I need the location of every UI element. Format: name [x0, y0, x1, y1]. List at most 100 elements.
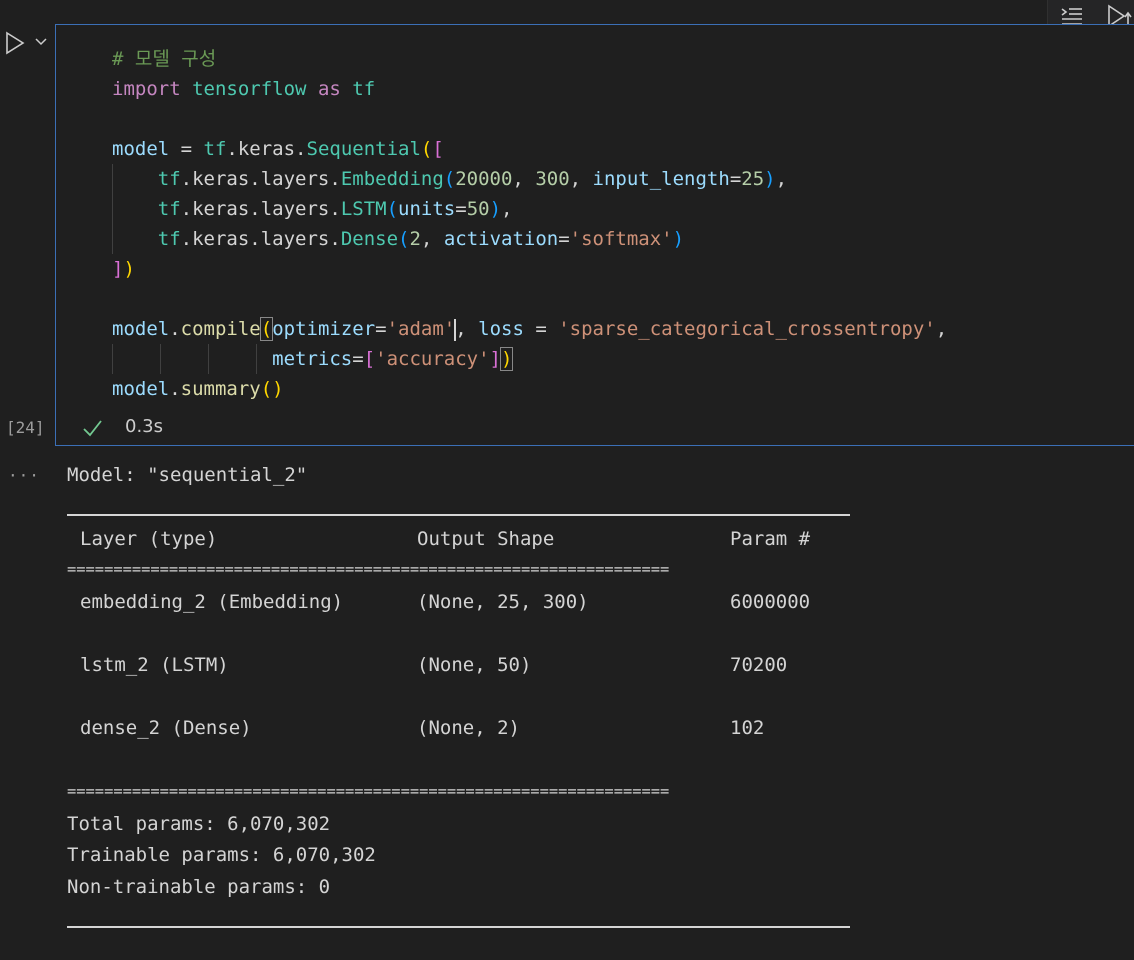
code-line: metrics=['accuracy']) — [112, 344, 1134, 374]
equals-rule: ========================================… — [67, 560, 670, 578]
model-name-line: Model: "sequential_2" — [67, 464, 308, 486]
code-token: , — [455, 318, 479, 340]
underscore-rule — [67, 514, 850, 516]
code-token: = — [558, 228, 570, 250]
code-token: Embedding — [340, 168, 444, 190]
row-shape: (None, 2) — [417, 717, 520, 739]
code-token: , — [501, 198, 513, 220]
code-token: Dense — [340, 228, 399, 250]
code-line: tf.keras.layers.Embedding(20000, 300, in… — [112, 164, 1134, 194]
play-icon[interactable] — [2, 30, 28, 56]
indent-guide — [256, 344, 257, 374]
code-token: tf — [203, 138, 227, 160]
header-layer: Layer (type) — [80, 528, 218, 550]
code-token: .keras. — [226, 138, 307, 160]
code-line: model.summary() — [112, 374, 1134, 404]
code-token: 300 — [535, 168, 570, 190]
code-token: units — [398, 198, 456, 220]
code-token: LSTM — [340, 198, 387, 220]
code-token: () — [260, 378, 284, 400]
code-token: ( — [259, 317, 274, 341]
indent-guide — [112, 224, 113, 254]
row-layer: lstm_2 (LSTM) — [80, 654, 229, 676]
row-params: 102 — [730, 717, 765, 739]
code-line: model.compile(optimizer='adam', loss = '… — [112, 314, 1134, 344]
row-params: 6000000 — [730, 591, 811, 613]
code-token: = — [352, 348, 364, 370]
code-token: ( — [386, 198, 399, 220]
code-token: .keras.layers. — [180, 228, 341, 250]
code-token: = — [375, 318, 387, 340]
code-token: , — [569, 168, 593, 190]
code-token: optimizer — [272, 318, 376, 340]
underscore-rule — [67, 926, 850, 928]
code-token: metrics — [272, 348, 353, 370]
row-shape: (None, 25, 300) — [417, 591, 589, 613]
execution-time: 0.3s — [125, 416, 164, 437]
header-params: Param # — [730, 528, 811, 550]
non-trainable-params: Non-trainable params: 0 — [67, 876, 331, 898]
chevron-down-icon[interactable] — [32, 33, 50, 51]
code-token: summary — [180, 378, 261, 400]
code-token: [ — [363, 348, 376, 370]
code-token: ) — [499, 347, 514, 371]
code-token: ) — [123, 258, 135, 280]
check-icon — [83, 420, 102, 437]
code-token: Sequential — [306, 138, 421, 160]
code-token: compile — [180, 318, 261, 340]
header-shape: Output Shape — [417, 528, 555, 550]
code-token: = — [169, 138, 204, 160]
indent-guide — [160, 344, 161, 374]
code-token: tf — [352, 78, 376, 100]
code-line: import tensorflow as tf — [112, 74, 1134, 104]
indent-guide — [112, 344, 113, 374]
code-token: 25 — [741, 168, 765, 190]
code-token: ( — [420, 138, 433, 160]
code-token: loss — [478, 318, 524, 340]
code-token: . — [169, 318, 181, 340]
code-cell[interactable]: # 모델 구성 import tensorflow as tf model = … — [55, 24, 1134, 446]
code-token: ) — [764, 168, 776, 190]
code-token: , — [775, 168, 788, 190]
execution-count: [24] — [6, 418, 45, 437]
code-token: ( — [398, 228, 410, 250]
code-line: tf.keras.layers.Dense(2, activation='sof… — [112, 224, 1134, 254]
code-token: 2 — [409, 228, 421, 250]
code-token: as — [317, 78, 341, 100]
row-params: 70200 — [730, 654, 788, 676]
code-token: . — [169, 378, 181, 400]
code-comment: # 모델 구성 — [112, 48, 217, 70]
code-token: 'accuracy' — [375, 348, 490, 370]
code-token: , — [512, 168, 536, 190]
code-token: tensorflow — [192, 78, 307, 100]
indent-guide — [208, 344, 209, 374]
code-token: , — [420, 228, 444, 250]
code-token: ) — [489, 198, 502, 220]
code-token: 20000 — [455, 168, 513, 190]
code-token: = — [729, 168, 742, 190]
total-params: Total params: 6,070,302 — [67, 813, 331, 835]
code-token: = — [523, 318, 559, 340]
code-token: = — [455, 198, 467, 220]
equals-rule: ========================================… — [67, 782, 670, 800]
code-token: 50 — [466, 198, 490, 220]
code-token: model — [112, 318, 170, 340]
code-token: .keras.layers. — [180, 198, 341, 220]
code-editor[interactable]: # 모델 구성 import tensorflow as tf model = … — [112, 44, 1134, 404]
code-token: .keras.layers. — [180, 168, 341, 190]
row-layer: embedding_2 (Embedding) — [80, 591, 344, 613]
code-token: ] — [112, 258, 124, 280]
code-token: import — [112, 78, 181, 100]
code-token: 'sparse_categorical_crossentropy' — [558, 318, 936, 340]
code-token: ] — [489, 348, 501, 370]
ellipsis-icon[interactable]: ··· — [8, 466, 40, 485]
code-token: tf — [157, 168, 181, 190]
code-token: tf — [157, 198, 181, 220]
code-line: ]) — [112, 254, 1134, 284]
code-token: ) — [672, 228, 685, 250]
code-token: model — [112, 138, 170, 160]
code-token: [ — [432, 138, 444, 160]
indent-guide — [112, 194, 113, 224]
code-token: tf — [157, 228, 181, 250]
